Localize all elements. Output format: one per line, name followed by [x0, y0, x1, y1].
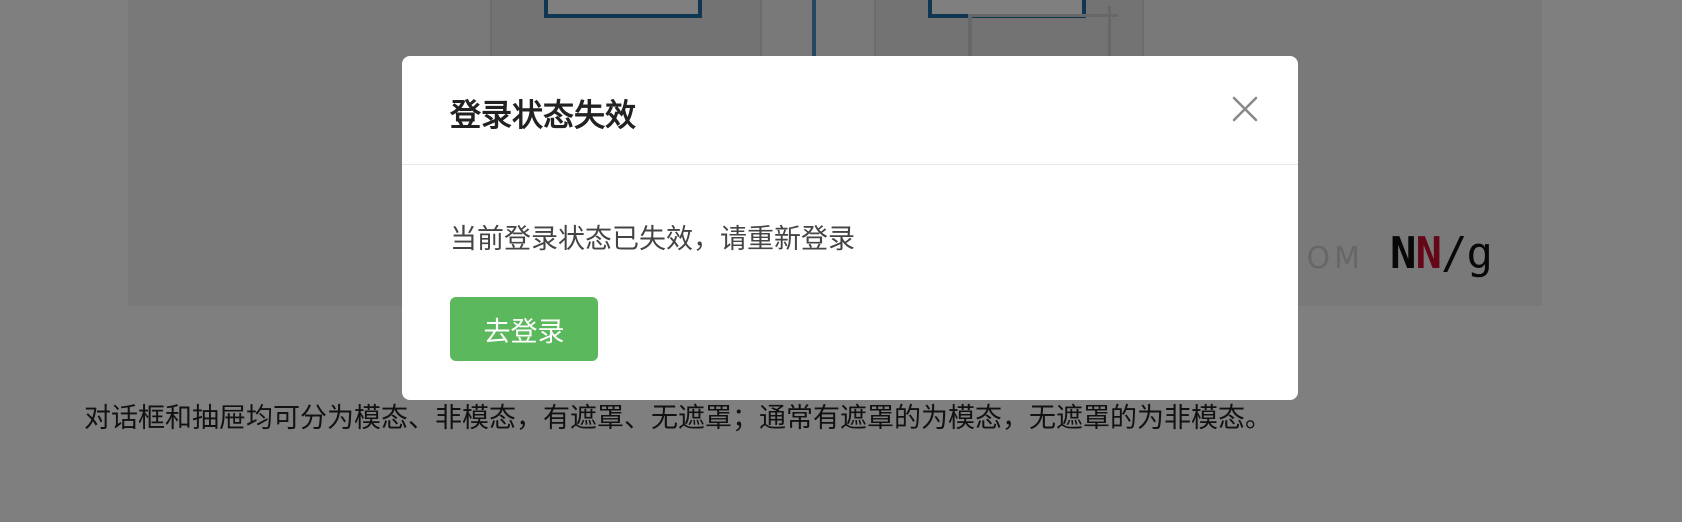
login-expired-dialog: 登录状态失效 当前登录状态已失效，请重新登录 去登录 — [402, 56, 1298, 400]
go-login-button[interactable]: 去登录 — [450, 297, 598, 361]
close-button[interactable] — [1230, 94, 1260, 124]
close-icon — [1232, 96, 1258, 122]
dialog-title: 登录状态失效 — [450, 98, 636, 134]
dialog-message: 当前登录状态已失效，请重新登录 — [450, 224, 855, 255]
dialog-header: 登录状态失效 — [402, 56, 1298, 165]
